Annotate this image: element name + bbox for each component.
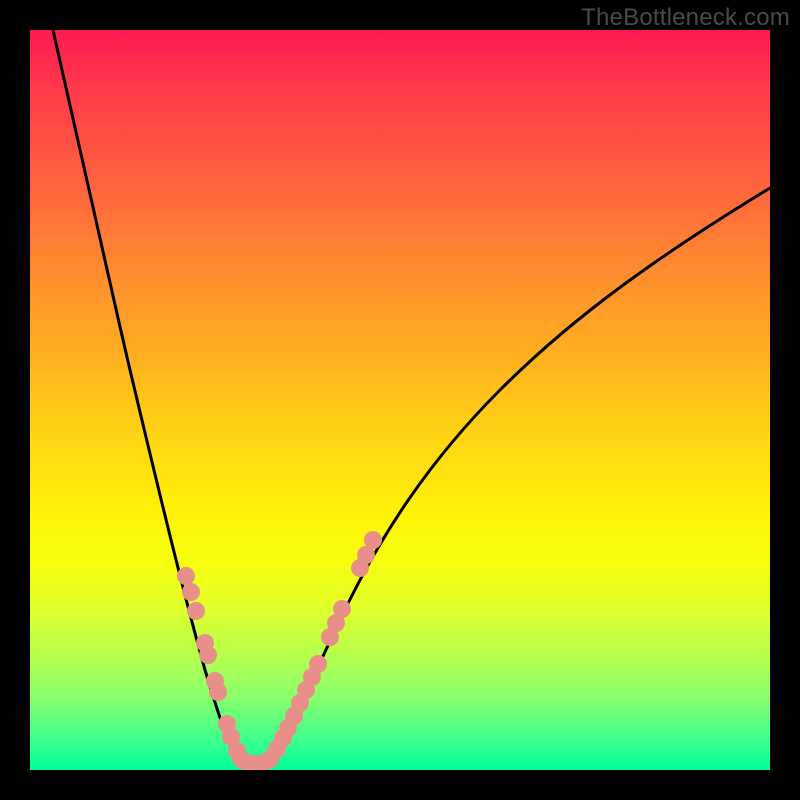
curve-group [53, 30, 770, 764]
highlight-dot [209, 683, 227, 701]
highlight-dot [187, 602, 205, 620]
highlight-markers [177, 531, 382, 770]
highlight-dot [364, 531, 382, 549]
highlight-dot [199, 646, 217, 664]
chart-svg [30, 30, 770, 770]
highlight-dot [177, 567, 195, 585]
plot-area [30, 30, 770, 770]
chart-frame: TheBottleneck.com [0, 0, 800, 800]
watermark-text: TheBottleneck.com [581, 4, 790, 32]
highlight-dot [182, 583, 200, 601]
highlight-dot [333, 600, 351, 618]
right-curve-path [265, 188, 770, 764]
highlight-dot [309, 655, 327, 673]
